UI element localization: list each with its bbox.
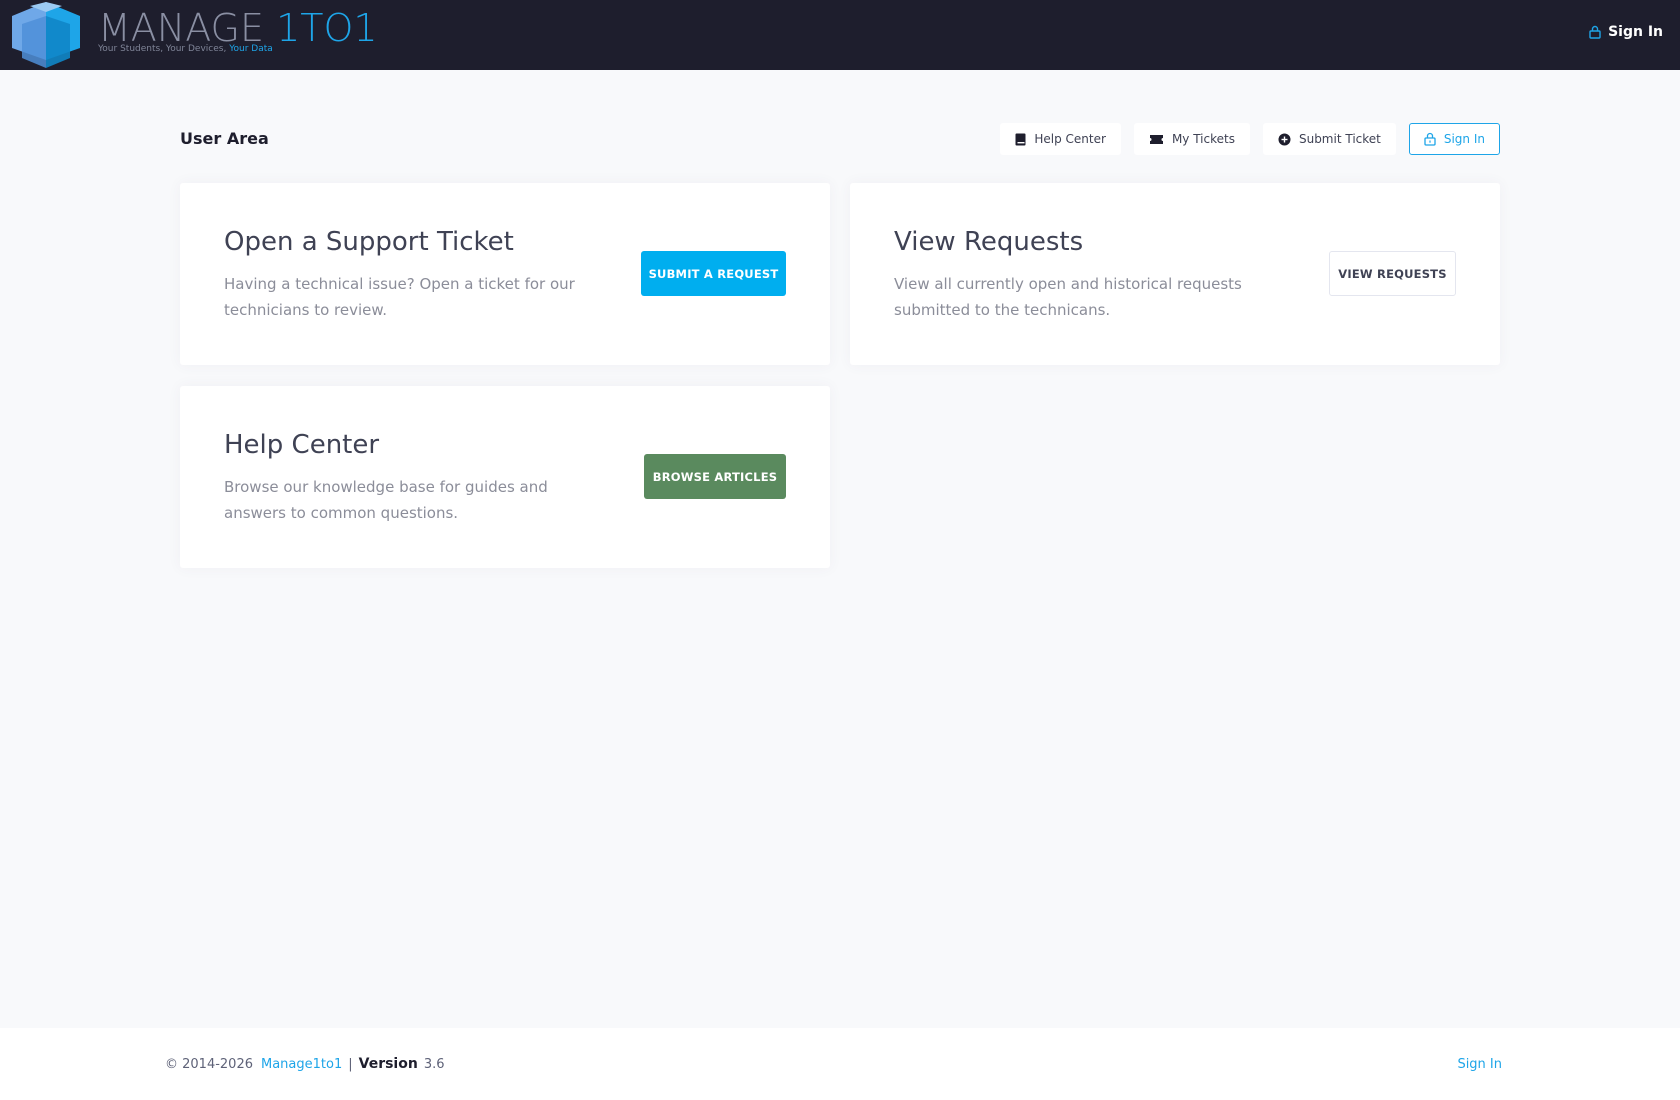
card-title: View Requests [894, 227, 1084, 257]
help-center-label: Help Center [1034, 132, 1106, 146]
footer-separator: | [348, 1057, 353, 1072]
footer-version-value: 3.6 [423, 1057, 445, 1072]
footer: © 2014-2026 Manage1to1 | Version 3.6 Sig… [0, 1028, 1680, 1100]
top-navbar: MANAGE 1TO1 Your Students, Your Devices,… [0, 0, 1680, 70]
plus-circle-icon [1278, 133, 1291, 145]
lock-icon [1424, 132, 1436, 146]
book-icon [1015, 133, 1026, 145]
view-requests-card: View Requests View all currently open an… [850, 183, 1500, 365]
logo-tagline-main: Your Students, Your Devices, [98, 44, 230, 54]
support-ticket-card: Open a Support Ticket Having a technical… [180, 183, 830, 365]
logo-tagline: Your Students, Your Devices, Your Data [98, 44, 273, 54]
footer-info: © 2014-2026 Manage1to1 | Version 3.6 [165, 1056, 445, 1072]
logo-wordmark-accent: 1TO1 [276, 6, 378, 50]
header-signin-link[interactable]: Sign In [1589, 24, 1663, 40]
header-signin-label: Sign In [1608, 24, 1663, 40]
my-tickets-label: My Tickets [1171, 132, 1235, 146]
card-title: Open a Support Ticket [224, 227, 514, 257]
signin-button[interactable]: Sign In [1408, 123, 1500, 155]
footer-version-label: Version [358, 1056, 418, 1072]
logo[interactable]: MANAGE 1TO1 Your Students, Your Devices,… [10, 2, 378, 68]
card-description: Browse our knowledge base for guides and… [224, 478, 548, 522]
view-requests-button[interactable]: VIEW REQUESTS [1329, 251, 1456, 296]
footer-copyright: © 2014-2026 [165, 1057, 253, 1072]
logo-cube-icon [12, 2, 80, 68]
logo-tagline-accent: Your Data [229, 44, 273, 54]
page-title: User Area [180, 129, 269, 148]
help-center-button[interactable]: Help Center [1000, 123, 1121, 155]
my-tickets-button[interactable]: My Tickets [1133, 123, 1250, 155]
signin-label: Sign In [1443, 132, 1485, 146]
lock-icon [1589, 25, 1601, 39]
footer-company-link[interactable]: Manage1to1 [261, 1057, 342, 1072]
help-center-card: Help Center Browse our knowledge base fo… [180, 386, 830, 568]
ticket-icon [1149, 134, 1163, 144]
submit-request-button[interactable]: SUBMIT A REQUEST [641, 251, 786, 296]
card-description: Having a technical issue? Open a ticket … [224, 275, 575, 319]
footer-signin-link[interactable]: Sign In [1457, 1057, 1502, 1072]
browse-articles-button[interactable]: BROWSE ARTICLES [644, 454, 786, 499]
submit-ticket-button[interactable]: Submit Ticket [1262, 123, 1396, 155]
submit-ticket-label: Submit Ticket [1298, 132, 1381, 146]
card-title: Help Center [224, 430, 380, 460]
card-description: View all currently open and historical r… [894, 275, 1242, 319]
toolbar: Help Center My Tickets Submit Ticket Sig… [1000, 123, 1500, 155]
